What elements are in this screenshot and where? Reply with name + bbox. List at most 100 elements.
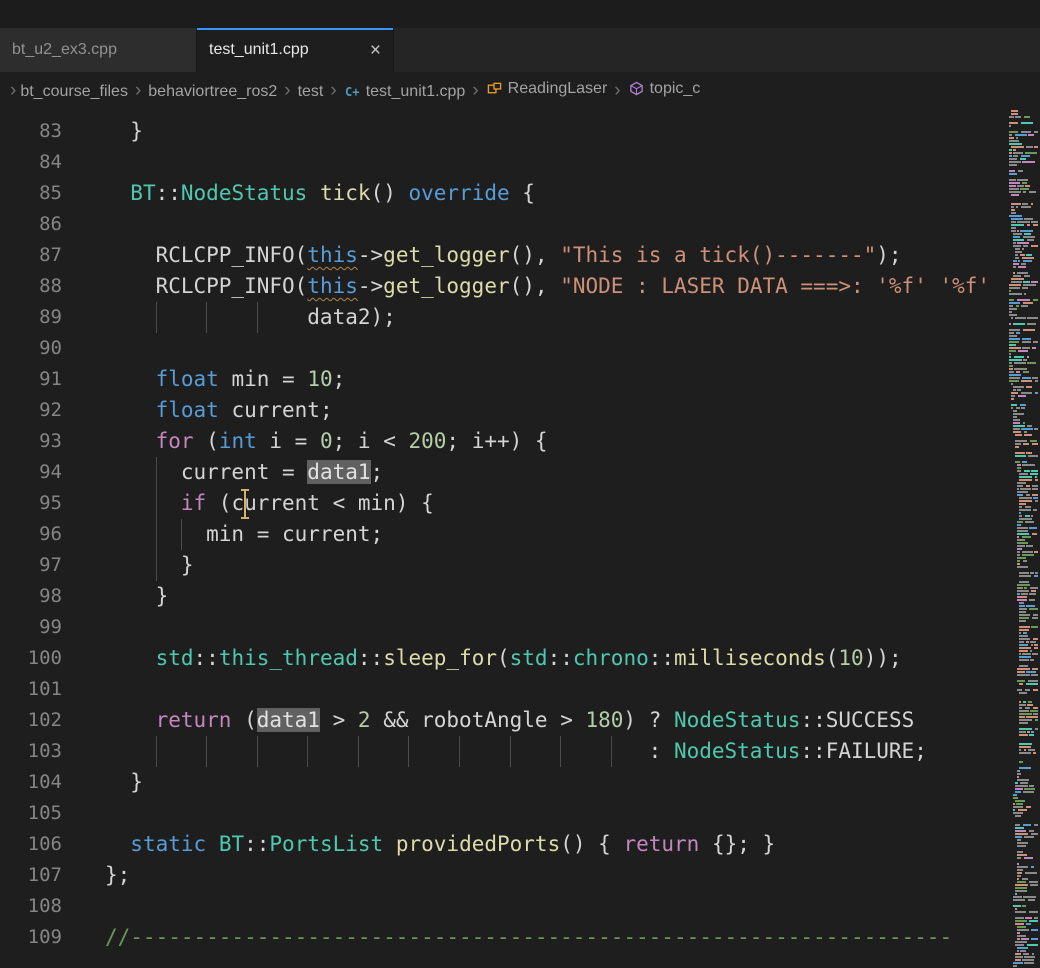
breadcrumb-item[interactable]: topic_c: [628, 80, 701, 98]
code-line[interactable]: 87 RCLCPP_INFO(this->get_logger(), "This…: [0, 240, 1040, 271]
indent-guide: [358, 736, 359, 767]
indent-guide: [206, 302, 207, 333]
line-number: 92: [0, 395, 62, 426]
line-number: 98: [0, 581, 62, 612]
line-number: 106: [0, 829, 62, 860]
code-line-text: RCLCPP_INFO(this->get_logger(), "NODE : …: [62, 271, 1040, 302]
chevron-right-icon: ›: [323, 80, 343, 101]
indent-guide: [257, 736, 258, 767]
indent-guide: [206, 736, 207, 767]
breadcrumb-item[interactable]: C+test_unit1.cpp: [344, 83, 466, 101]
line-number: 108: [0, 891, 62, 922]
code-area[interactable]: 83 }8485 BT::NodeStatus tick() override …: [0, 110, 1040, 953]
chevron-right-icon: ›: [277, 80, 297, 101]
code-line-text: float min = 10;: [62, 364, 1040, 395]
line-number: 99: [0, 612, 62, 643]
tab-bar: bt_u2_ex3.cpp test_unit1.cpp ×: [0, 28, 1040, 72]
method-icon: [628, 80, 645, 97]
code-line[interactable]: 91 float min = 10;: [0, 364, 1040, 395]
indent-guide: [459, 736, 460, 767]
line-number: 83: [0, 116, 62, 147]
code-line-text: }: [62, 116, 1040, 147]
code-line[interactable]: 83 }: [0, 116, 1040, 147]
ibeam-cursor: [244, 491, 246, 517]
code-line-text: min = current;: [62, 519, 1040, 550]
breadcrumb-item[interactable]: ReadingLaser: [486, 80, 608, 98]
line-number: 84: [0, 147, 62, 178]
line-number: 95: [0, 488, 62, 519]
code-line[interactable]: 98 }: [0, 581, 1040, 612]
line-number: 90: [0, 333, 62, 364]
code-line-text: current = data1;: [62, 457, 1040, 488]
line-number: 103: [0, 736, 62, 767]
line-number: 87: [0, 240, 62, 271]
line-number: 85: [0, 178, 62, 209]
breadcrumb-item-label: ReadingLaser: [508, 80, 608, 98]
code-line[interactable]: 93 for (int i = 0; i < 200; i++) {: [0, 426, 1040, 457]
line-number: 96: [0, 519, 62, 550]
code-line-text: if (current < min) {: [62, 488, 1040, 519]
cpp-file-icon: C+: [344, 84, 361, 101]
code-line[interactable]: 100 std::this_thread::sleep_for(std::chr…: [0, 643, 1040, 674]
breadcrumb-item[interactable]: behaviortree_ros2: [148, 83, 277, 101]
code-line-text: BT::NodeStatus tick() override {: [62, 178, 1040, 209]
code-line[interactable]: 88 RCLCPP_INFO(this->get_logger(), "NODE…: [0, 271, 1040, 302]
line-number: 105: [0, 798, 62, 829]
code-line[interactable]: 104 }: [0, 767, 1040, 798]
line-number: 93: [0, 426, 62, 457]
code-line[interactable]: 94 current = data1;: [0, 457, 1040, 488]
indent-guide: [611, 736, 612, 767]
breadcrumb-item[interactable]: bt_course_files: [20, 83, 128, 101]
indent-guide: [257, 302, 258, 333]
code-line[interactable]: 105: [0, 798, 1040, 829]
code-line[interactable]: 101: [0, 674, 1040, 705]
code-line[interactable]: 89 data2);: [0, 302, 1040, 333]
line-number: 86: [0, 209, 62, 240]
line-number: 101: [0, 674, 62, 705]
indent-guide: [560, 736, 561, 767]
editor[interactable]: 83 }8485 BT::NodeStatus tick() override …: [0, 110, 1040, 968]
indent-guide: [156, 457, 157, 488]
close-icon[interactable]: ×: [360, 41, 381, 60]
code-line-text: }: [62, 767, 1040, 798]
code-line-text: float current;: [62, 395, 1040, 426]
code-line[interactable]: 97 }: [0, 550, 1040, 581]
code-line-text: std::this_thread::sleep_for(std::chrono:…: [62, 643, 1040, 674]
tab-test-unit1[interactable]: test_unit1.cpp ×: [197, 28, 394, 72]
minimap[interactable]: [1008, 110, 1040, 968]
breadcrumb-bar: › bt_course_files›behaviortree_ros2›test…: [0, 72, 1040, 110]
code-line[interactable]: 86: [0, 209, 1040, 240]
indent-guide: [156, 550, 157, 581]
code-line[interactable]: 107};: [0, 860, 1040, 891]
code-line-text: [62, 798, 1040, 829]
breadcrumb-item[interactable]: test: [298, 83, 324, 101]
code-line[interactable]: 96 min = current;: [0, 519, 1040, 550]
code-line-text: };: [62, 860, 1040, 891]
code-line[interactable]: 102 return (data1 > 2 && robotAngle > 18…: [0, 705, 1040, 736]
code-line-text: data2);: [62, 302, 1040, 333]
code-line[interactable]: 90: [0, 333, 1040, 364]
code-line[interactable]: 85 BT::NodeStatus tick() override {: [0, 178, 1040, 209]
code-line[interactable]: 92 float current;: [0, 395, 1040, 426]
code-line[interactable]: 99: [0, 612, 1040, 643]
tab-bt-u2-ex3[interactable]: bt_u2_ex3.cpp: [0, 28, 197, 72]
code-line[interactable]: 95 if (current < min) {: [0, 488, 1040, 519]
breadcrumb-item-label: behaviortree_ros2: [148, 83, 277, 101]
code-line[interactable]: 84: [0, 147, 1040, 178]
code-line[interactable]: 108: [0, 891, 1040, 922]
code-line[interactable]: 109//-----------------------------------…: [0, 922, 1040, 953]
class-icon: [486, 80, 503, 97]
chevron-right-icon: ›: [465, 80, 485, 101]
chevron-right-icon: ›: [607, 80, 627, 101]
tab-label: bt_u2_ex3.cpp: [12, 41, 117, 59]
indent-guide: [408, 736, 409, 767]
code-line[interactable]: 103 : NodeStatus::FAILURE;: [0, 736, 1040, 767]
tab-label: test_unit1.cpp: [209, 41, 309, 59]
line-number: 100: [0, 643, 62, 674]
code-line-text: [62, 891, 1040, 922]
code-line[interactable]: 106 static BT::PortsList providedPorts()…: [0, 829, 1040, 860]
code-line-text: return (data1 > 2 && robotAngle > 180) ?…: [62, 705, 1040, 736]
line-number: 91: [0, 364, 62, 395]
indent-guide: [156, 302, 157, 333]
breadcrumb-item-label: test: [298, 83, 324, 101]
